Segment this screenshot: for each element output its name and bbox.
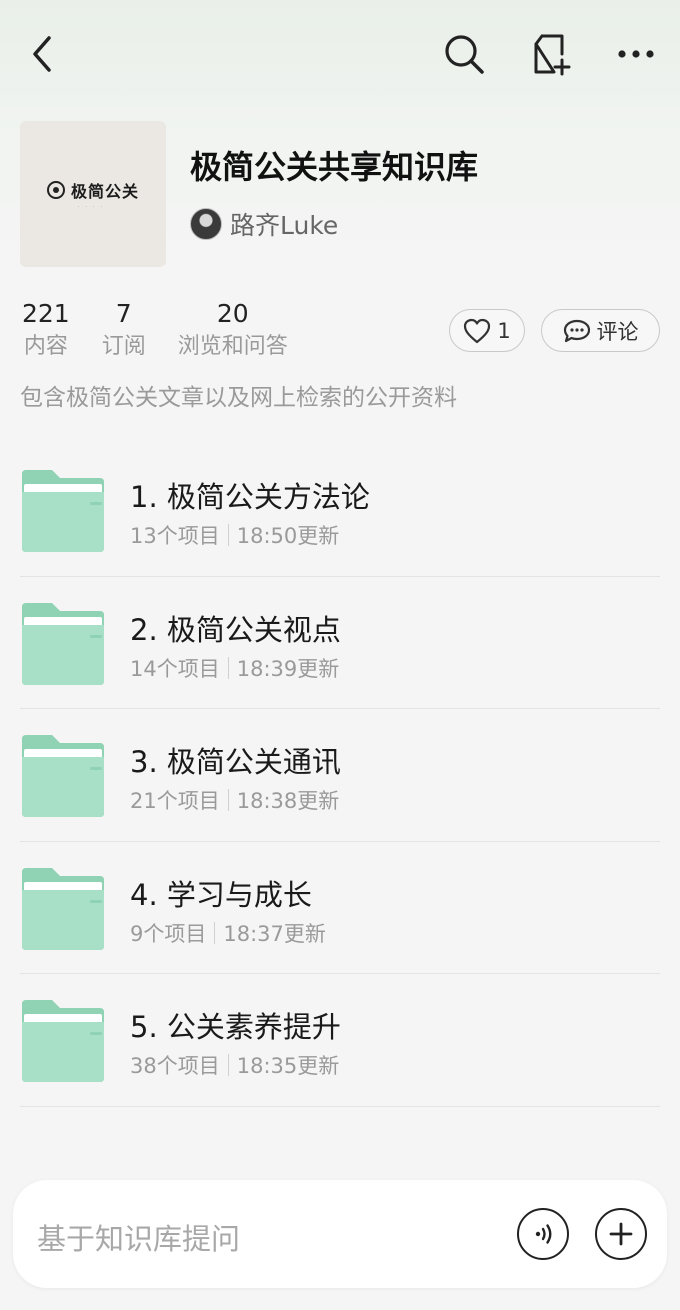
comment-icon — [563, 319, 590, 342]
folder-updated: 18:39更新 — [236, 656, 340, 681]
stat-subscriptions[interactable]: 7 订阅 — [102, 298, 146, 364]
list-item[interactable]: 4. 学习与成长 9个项目 18:37更新 — [0, 842, 680, 974]
comment-label: 评论 — [596, 319, 639, 344]
stat-value: 20 — [216, 299, 249, 328]
separator — [214, 921, 216, 944]
back-button[interactable] — [18, 30, 66, 78]
list-item[interactable]: 2. 极简公关视点 14个项目 18:39更新 — [0, 577, 680, 709]
separator — [227, 656, 229, 679]
like-count: 1 — [497, 318, 511, 343]
folder-name: 3. 极简公关通讯 — [130, 745, 341, 779]
list-item[interactable]: 1. 极简公关方法论 13个项目 18:50更新 — [0, 444, 680, 577]
search-icon — [445, 35, 484, 74]
folder-meta: 38个项目 18:35更新 — [130, 1050, 339, 1080]
stats: 221 内容 7 订阅 20 浏览和问答 — [22, 298, 288, 364]
stat-label: 浏览和问答 — [177, 334, 288, 359]
plus-icon — [609, 1222, 633, 1246]
description: 包含极简公关文章以及网上检索的公开资料 — [20, 385, 457, 411]
stat-label: 订阅 — [101, 334, 146, 359]
page-title: 极简公关共享知识库 — [190, 148, 479, 186]
folder-meta: 14个项目 18:39更新 — [130, 653, 339, 683]
separator — [227, 1054, 229, 1076]
folder-meta: 9个项目 18:37更新 — [130, 918, 326, 948]
avatar — [190, 208, 222, 240]
folder-icon — [22, 470, 104, 552]
stat-views[interactable]: 20 浏览和问答 — [178, 298, 288, 364]
voice-button[interactable] — [517, 1208, 569, 1260]
folder-name: 5. 公关素养提升 — [130, 1010, 341, 1044]
new-document-button[interactable] — [526, 30, 574, 78]
folder-item-count: 38个项目 — [130, 1054, 220, 1078]
top-bar — [0, 0, 680, 110]
more-dots-icon — [618, 50, 654, 58]
stat-content[interactable]: 221 内容 — [22, 298, 70, 364]
ask-input[interactable]: 基于知识库提问 — [37, 1216, 240, 1258]
folder-name: 1. 极简公关方法论 — [130, 480, 370, 514]
cover-subtext: ···· — [77, 204, 109, 210]
divider — [20, 1105, 660, 1107]
folder-list: 1. 极简公关方法论 13个项目 18:50更新 2. 极简公关视点 14个项目… — [0, 444, 680, 1107]
cover-text: 极简公关 — [70, 182, 139, 201]
folder-meta: 13个项目 18:50更新 — [130, 520, 339, 550]
folder-item-count: 13个项目 — [130, 524, 220, 548]
ask-bar: 基于知识库提问 — [13, 1180, 667, 1288]
folder-updated: 18:37更新 — [223, 921, 326, 946]
chevron-left-icon — [33, 36, 51, 72]
folder-updated: 18:35更新 — [236, 1054, 340, 1078]
folder-name: 4. 学习与成长 — [130, 877, 312, 912]
list-item[interactable]: 3. 极简公关通讯 21个项目 18:38更新 — [0, 709, 680, 842]
more-button[interactable] — [612, 30, 660, 78]
folder-icon — [22, 1000, 104, 1082]
folder-item-count: 9个项目 — [130, 921, 207, 946]
folder-updated: 18:50更新 — [236, 524, 340, 548]
add-button[interactable] — [595, 1208, 647, 1260]
voice-icon — [535, 1224, 552, 1244]
owner[interactable]: 路齐Luke — [190, 206, 338, 242]
new-document-icon — [534, 34, 571, 76]
stat-value: 7 — [115, 299, 132, 328]
like-button[interactable]: 1 — [449, 309, 525, 352]
separator — [227, 789, 229, 811]
owner-name: 路齐Luke — [230, 211, 339, 240]
stat-label: 内容 — [23, 334, 68, 359]
comment-button[interactable]: 评论 — [541, 309, 660, 352]
list-item[interactable]: 5. 公关素养提升 38个项目 18:35更新 — [0, 974, 680, 1107]
folder-name: 2. 极简公关视点 — [130, 612, 341, 647]
logo-icon — [46, 181, 65, 199]
folder-icon — [22, 867, 104, 950]
stat-value: 221 — [22, 299, 70, 328]
folder-icon — [22, 602, 104, 685]
folder-icon — [22, 735, 104, 817]
separator — [227, 524, 229, 546]
search-button[interactable] — [440, 30, 488, 78]
folder-updated: 18:38更新 — [236, 789, 340, 813]
knowledge-base-cover: 极简公关 ···· — [20, 121, 166, 267]
folder-item-count: 21个项目 — [130, 789, 220, 813]
folder-item-count: 14个项目 — [130, 656, 220, 681]
folder-meta: 21个项目 18:38更新 — [130, 785, 339, 815]
heart-icon — [464, 318, 491, 343]
